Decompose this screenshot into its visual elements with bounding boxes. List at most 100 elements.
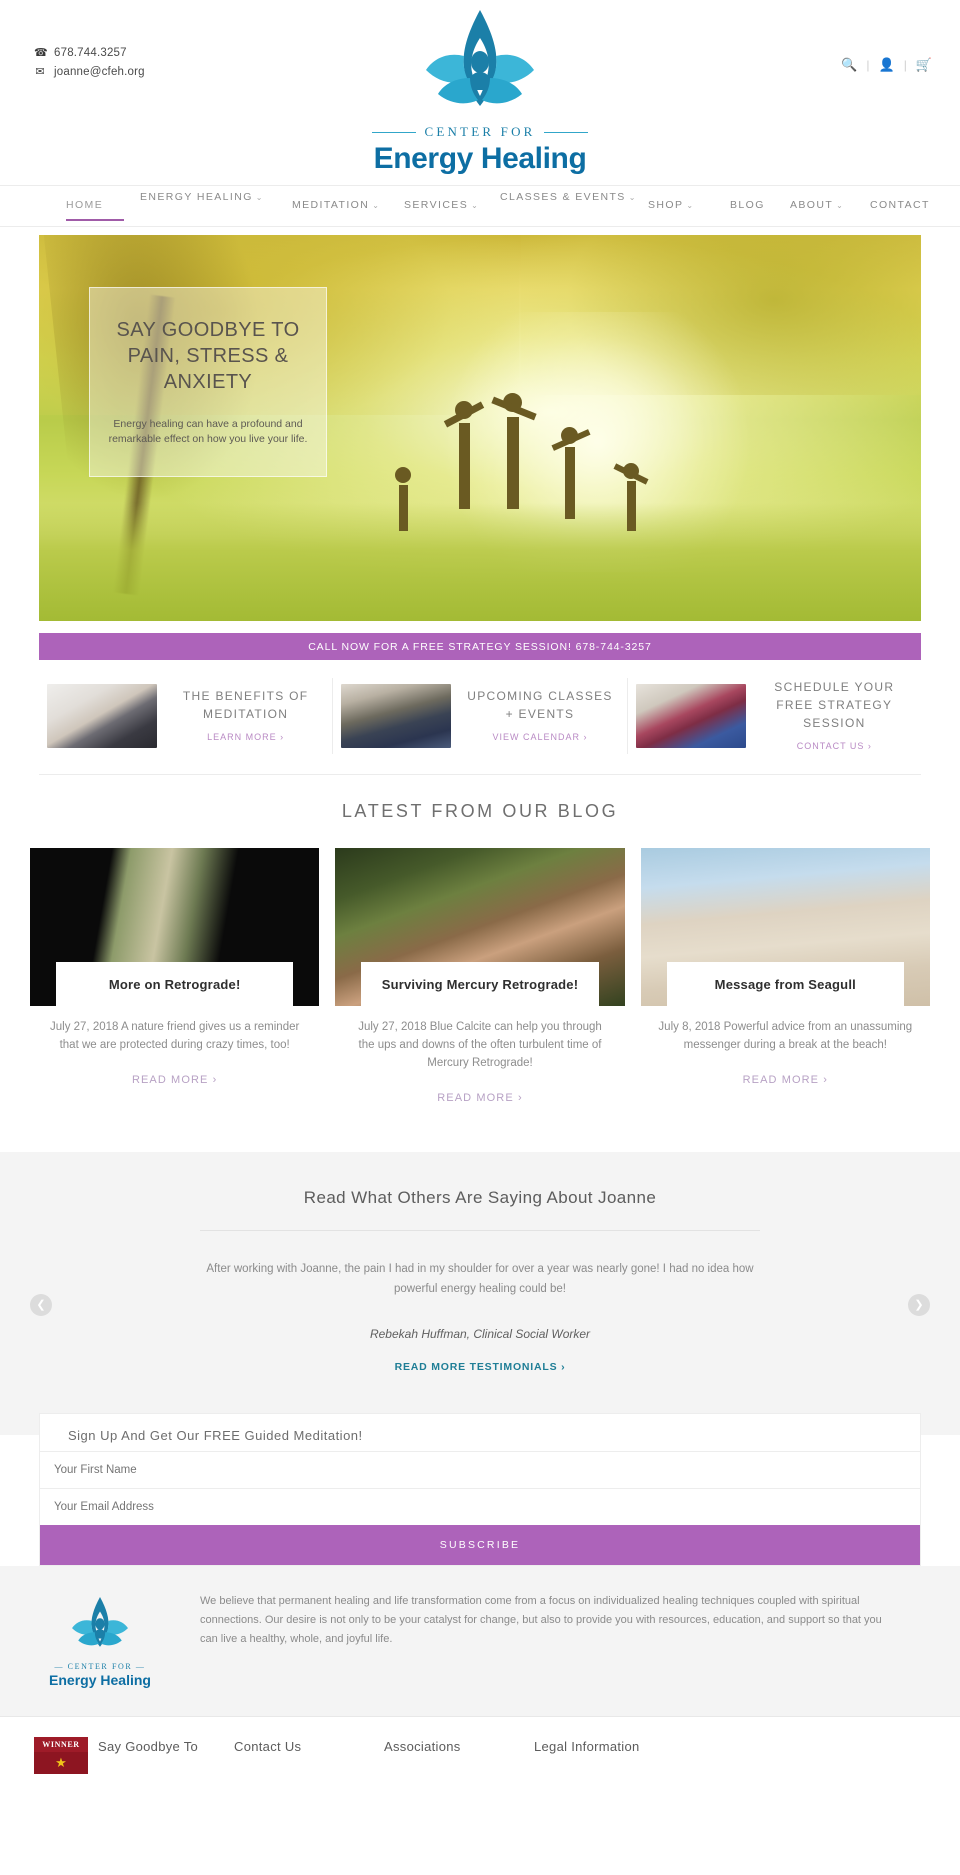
search-icon[interactable]: 🔍 xyxy=(841,57,857,73)
header-phone[interactable]: ☎ 678.744.3257 xyxy=(34,44,145,63)
header-email-label: joanne@cfeh.org xyxy=(54,66,145,78)
lotus-meditation-icon xyxy=(426,10,534,106)
nav-item-label: CLASSES & EVENTS xyxy=(500,191,626,203)
hero-banner: SAY GOODBYE TO PAIN, STRESS & ANXIETY En… xyxy=(39,235,921,621)
footer-column-title-2[interactable]: Contact Us xyxy=(234,1737,358,1756)
utility-divider-1: | xyxy=(866,58,870,72)
nav-active-underline xyxy=(66,219,124,221)
footer-logo-center-for: — CENTER FOR — xyxy=(54,1662,146,1671)
classes-photo xyxy=(341,684,452,748)
award-badge: WINNER ★ xyxy=(34,1737,88,1774)
blog-read-more-link-3[interactable]: READ MORE › xyxy=(743,1074,828,1086)
footer-mission-text: We believe that permanent healing and li… xyxy=(200,1595,882,1645)
call-now-banner[interactable]: CALL NOW FOR A FREE STRATEGY SESSION! 67… xyxy=(39,633,921,660)
feature-box-1[interactable]: THE BENEFITS OF MEDITATION LEARN MORE › xyxy=(39,678,332,754)
chevron-right-icon[interactable]: ❯ xyxy=(908,1293,930,1316)
award-badge-label: WINNER xyxy=(34,1737,88,1752)
testimonial-quote: After working with Joanne, the pain I ha… xyxy=(206,1263,754,1295)
nav-item-energy-healing[interactable]: ENERGY HEALING ⌄ xyxy=(140,191,264,203)
footer-link-columns: WINNER ★ Say Goodbye To Contact Us Assoc… xyxy=(0,1717,960,1774)
shopping-cart-icon[interactable]: 🛒 xyxy=(916,57,932,73)
blog-read-more-link-2[interactable]: READ MORE › xyxy=(437,1092,522,1104)
nav-item-label: ENERGY HEALING xyxy=(140,191,253,203)
feature-box-2[interactable]: UPCOMING CLASSES + EVENTS VIEW CALENDAR › xyxy=(332,678,626,754)
site-logo[interactable]: CENTER FOR Energy Healing xyxy=(350,8,610,176)
subscribe-button[interactable]: SUBSCRIBE xyxy=(40,1525,920,1565)
chevron-down-icon: ⌄ xyxy=(628,193,637,202)
logo-rule-left xyxy=(372,131,417,133)
footer-logo[interactable]: — CENTER FOR — Energy Healing xyxy=(0,1592,200,1688)
call-now-banner-text: CALL NOW FOR A FREE STRATEGY SESSION! 67… xyxy=(308,640,652,653)
read-more-testimonials-link[interactable]: READ MORE TESTIMONIALS › xyxy=(0,1361,960,1373)
blog-section-heading: LATEST FROM OUR BLOG xyxy=(341,801,619,821)
blog-post-excerpt-3: July 8, 2018 Powerful advice from an una… xyxy=(658,1021,913,1051)
footer-column-say-goodbye: WINNER ★ Say Goodbye To xyxy=(34,1737,234,1774)
header-utility-icons: 🔍 | 👤 | 🛒 xyxy=(841,57,932,73)
feature-box-3[interactable]: SCHEDULE YOUR FREE STRATEGY SESSION CONTA… xyxy=(626,678,921,754)
footer-column-legal: Legal Information xyxy=(534,1737,724,1774)
testimonial-author: Rebekah Huffman, Clinical Social Worker xyxy=(369,1327,591,1341)
nav-item-label: ABOUT xyxy=(790,199,834,211)
user-icon[interactable]: 👤 xyxy=(879,57,895,73)
feature-title-1: THE BENEFITS OF MEDITATION xyxy=(182,689,309,721)
feature-title-3: SCHEDULE YOUR FREE STRATEGY SESSION xyxy=(774,680,895,730)
nav-item-classes-events[interactable]: CLASSES & EVENTS ⌄ xyxy=(500,191,637,203)
nav-item-home[interactable]: HOME xyxy=(66,199,103,211)
feature-link-2[interactable]: VIEW CALENDAR › xyxy=(492,732,587,742)
nav-item-about[interactable]: ABOUT ⌄ xyxy=(790,199,844,211)
footer-column-associations: Associations xyxy=(384,1737,534,1774)
nav-item-shop[interactable]: SHOP ⌄ xyxy=(648,199,694,211)
header-phone-label: 678.744.3257 xyxy=(54,47,127,59)
footer-column-title-1[interactable]: Say Goodbye To xyxy=(98,1737,198,1774)
feature-link-3[interactable]: CONTACT US › xyxy=(797,741,872,751)
blog-post-title-3[interactable]: Message from Seagull xyxy=(709,976,862,993)
seagull-beach-photo[interactable]: Message from Seagull xyxy=(640,848,930,1006)
footer-column-title-4[interactable]: Legal Information xyxy=(534,1737,698,1756)
chevron-left-icon[interactable]: ❮ xyxy=(30,1293,52,1316)
blog-post-grid: More on Retrograde! July 27, 2018 A natur… xyxy=(30,848,930,1106)
logo-name: Energy Healing xyxy=(373,142,587,175)
blog-post-title-1[interactable]: More on Retrograde! xyxy=(103,976,247,993)
nav-item-label: MEDITATION xyxy=(292,199,370,211)
header-email[interactable]: ✉ joanne@cfeh.org xyxy=(34,63,145,82)
phone-icon: ☎ xyxy=(34,47,48,59)
envelope-icon: ✉ xyxy=(35,66,45,78)
blog-title-bar-2: Surviving Mercury Retrograde! xyxy=(361,962,599,1006)
feature-link-1[interactable]: LEARN MORE › xyxy=(207,732,284,742)
mercury-retrograde-photo[interactable]: Surviving Mercury Retrograde! xyxy=(335,848,625,1006)
first-name-input[interactable] xyxy=(40,1451,920,1488)
hero-ground xyxy=(39,503,921,621)
blog-title-bar-1: More on Retrograde! xyxy=(56,962,294,1006)
blog-title-bar-3: Message from Seagull xyxy=(666,962,904,1006)
nav-item-label: CONTACT xyxy=(870,199,930,211)
logo-center-for-line: CENTER FOR xyxy=(350,124,610,140)
footer-column-title-3[interactable]: Associations xyxy=(384,1737,508,1756)
nav-item-label: HOME xyxy=(66,199,104,211)
hero-title: SAY GOODBYE TO PAIN, STRESS & ANXIETY xyxy=(116,319,300,393)
nav-item-services[interactable]: SERVICES ⌄ xyxy=(404,199,479,211)
chevron-down-icon: ⌄ xyxy=(255,193,264,202)
nav-item-meditation[interactable]: MEDITATION ⌄ xyxy=(292,199,380,211)
newsletter-signup-form: Sign Up And Get Our FREE Guided Meditati… xyxy=(39,1413,921,1566)
site-header: ☎ 678.744.3257 ✉ joanne@cfeh.org CENTER … xyxy=(0,0,960,185)
feature-title-2: UPCOMING CLASSES + EVENTS xyxy=(467,689,613,721)
nav-item-label: SHOP xyxy=(648,199,684,211)
chevron-down-icon: ⌄ xyxy=(836,201,845,210)
utility-divider-2: | xyxy=(903,58,907,72)
nav-item-contact[interactable]: CONTACT xyxy=(870,199,930,211)
footer-about: — CENTER FOR — Energy Healing We believe… xyxy=(0,1566,960,1717)
footer-column-contact: Contact Us xyxy=(234,1737,384,1774)
signup-heading: Sign Up And Get Our FREE Guided Meditati… xyxy=(68,1428,363,1443)
feature-text-2: UPCOMING CLASSES + EVENTS VIEW CALENDAR › xyxy=(451,687,618,745)
hero-text-box: SAY GOODBYE TO PAIN, STRESS & ANXIETY En… xyxy=(89,287,327,477)
nav-item-label: BLOG xyxy=(730,199,765,211)
feature-text-3: SCHEDULE YOUR FREE STRATEGY SESSION CONTA… xyxy=(746,678,913,754)
retrograde-video-thumb[interactable]: More on Retrograde! xyxy=(30,848,320,1006)
nav-item-blog[interactable]: BLOG xyxy=(730,199,765,211)
blog-read-more-link-1[interactable]: READ MORE › xyxy=(132,1074,217,1086)
chevron-down-icon: ⌄ xyxy=(471,201,480,210)
meditation-photo xyxy=(47,684,157,748)
email-input[interactable] xyxy=(40,1488,920,1525)
blog-post-title-2[interactable]: Surviving Mercury Retrograde! xyxy=(376,976,585,993)
blog-card-2: Surviving Mercury Retrograde! July 27, 20… xyxy=(335,848,625,1106)
